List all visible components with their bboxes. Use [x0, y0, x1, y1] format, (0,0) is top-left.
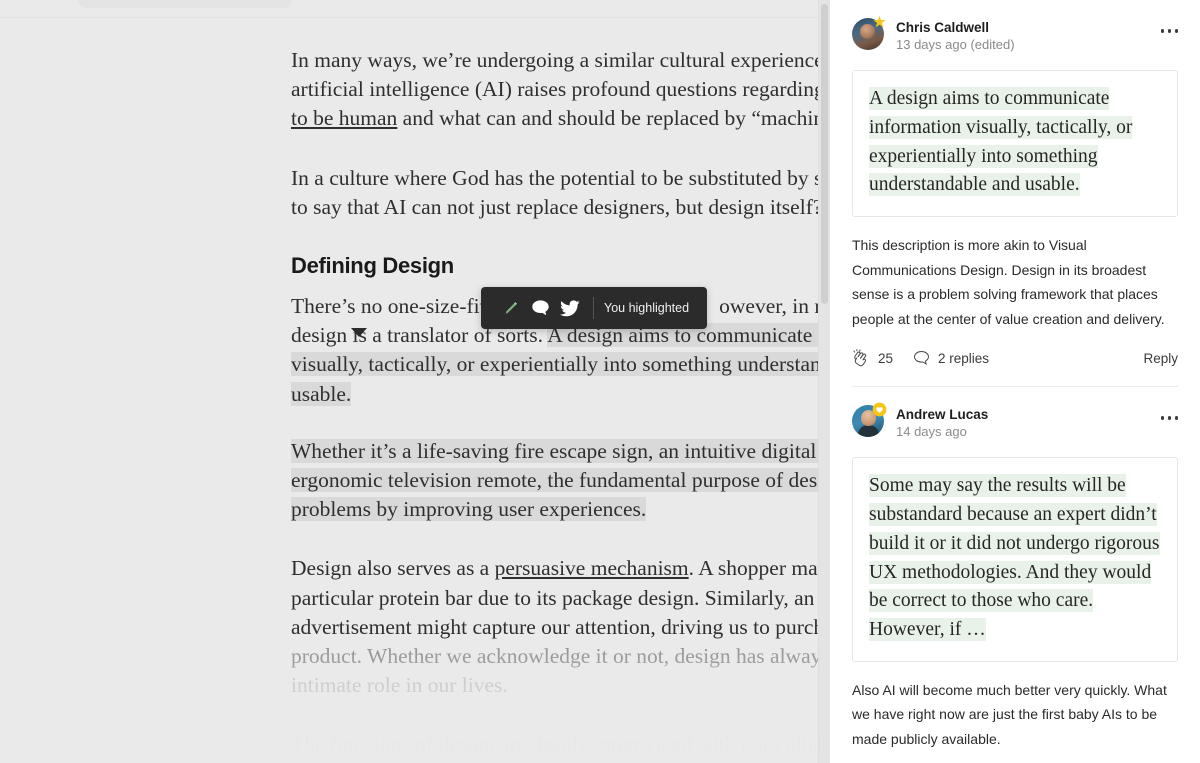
- paragraph-line: owever, in my esti: [719, 294, 830, 319]
- shield-heart-badge-icon: [872, 402, 887, 417]
- quote-highlight: Some may say the results will be substan…: [869, 474, 1160, 642]
- quote-highlight: A design aims to communicate information…: [869, 87, 1133, 197]
- paragraph-line: In a culture where God has the potential…: [291, 165, 830, 190]
- quote-text: Some may say the results will be substan…: [869, 472, 1161, 645]
- highlighted-text[interactable]: Whether it’s a life-saving fire escape s…: [291, 438, 830, 463]
- quoted-highlight-card[interactable]: A design aims to communicate information…: [852, 70, 1178, 218]
- comment-body: This description is more akin to Visual …: [852, 237, 1165, 327]
- highlighted-text[interactable]: problems by improving user experiences.: [291, 497, 647, 522]
- clap-button[interactable]: 25: [852, 349, 893, 368]
- highlighted-text[interactable]: ergonomic television remote, the fundame…: [291, 468, 830, 493]
- header-divider: [0, 17, 830, 18]
- app-root: In many ways, we’re undergoing a similar…: [0, 0, 1200, 763]
- highlighter-pen-icon[interactable]: [495, 293, 525, 323]
- article-paragraph-1: In many ways, we’re undergoing a similar…: [291, 46, 830, 134]
- comment-author-name[interactable]: Andrew Lucas: [896, 406, 988, 423]
- highlight-toolbar[interactable]: You highlighted: [481, 287, 708, 329]
- article-paragraph-6: The functions of design are deeply inter…: [291, 730, 830, 759]
- inline-link[interactable]: to be human: [291, 106, 397, 130]
- twitter-bird-icon[interactable]: [555, 293, 585, 323]
- comments-sidebar: Chris Caldwell 13 days ago (edited) A de…: [830, 0, 1200, 763]
- comment-timestamp: 13 days ago (edited): [896, 37, 1015, 52]
- comment-actions: 25 2 replies Reply: [852, 349, 1178, 386]
- paragraph-line: advertisement might capture our attentio…: [291, 614, 830, 639]
- article-backdrop: In many ways, we’re undergoing a similar…: [0, 0, 830, 763]
- avatar[interactable]: [852, 15, 886, 50]
- avatar[interactable]: [852, 402, 887, 438]
- article-paragraph-5: Design also serves as a persuasive mecha…: [291, 554, 830, 700]
- comment-header: Andrew Lucas 14 days ago: [852, 387, 1178, 441]
- toolbar-divider: [593, 297, 594, 319]
- clap-icon: [853, 349, 867, 367]
- more-options-icon[interactable]: [1160, 18, 1178, 38]
- paragraph-line: . A shopper may opt: [688, 556, 830, 581]
- reply-bubble-icon: [914, 351, 930, 366]
- paragraph-line: The functions of design are deeply inter…: [291, 732, 830, 757]
- highlight-status-label: You highlighted: [604, 301, 690, 315]
- article-content: In many ways, we’re undergoing a similar…: [291, 46, 830, 763]
- inline-link[interactable]: persuasive mechanism: [495, 556, 689, 580]
- reply-button[interactable]: Reply: [1143, 351, 1178, 366]
- article-paragraph-4: Whether it’s a life-saving fire escape s…: [291, 437, 830, 525]
- speech-bubble-icon[interactable]: [525, 293, 555, 323]
- article-scrollbar[interactable]: [818, 0, 830, 763]
- comment-header: Chris Caldwell 13 days ago (edited): [852, 0, 1178, 54]
- more-options-icon[interactable]: [1160, 405, 1178, 425]
- toolbar-pointer: [351, 328, 367, 337]
- modal-top-edge: [78, 0, 292, 8]
- replies-button[interactable]: 2 replies: [913, 350, 989, 367]
- section-heading: Defining Design: [291, 253, 454, 279]
- quoted-highlight-card[interactable]: Some may say the results will be substan…: [852, 457, 1178, 662]
- comment-author-meta: Andrew Lucas 14 days ago: [896, 405, 988, 441]
- comment-timestamp: 14 days ago: [896, 424, 967, 440]
- paragraph-line: particular protein bar due to its packag…: [291, 585, 830, 610]
- paragraph-line: There’s no one-size-fits-: [291, 294, 502, 319]
- clap-count: 25: [878, 351, 894, 367]
- article-paragraph-2: In a culture where God has the potential…: [291, 164, 830, 222]
- highlighted-text[interactable]: usable.: [291, 381, 352, 406]
- highlighted-text[interactable]: visually, tactically, or experientially …: [291, 352, 830, 377]
- star-badge-icon: [873, 15, 886, 28]
- scrollbar-thumb[interactable]: [821, 4, 828, 304]
- comment-body: Also AI will become much better very qui…: [852, 681, 1167, 747]
- paragraph-line: In many ways, we’re undergoing a similar…: [291, 48, 830, 72]
- paragraph-line: to say that AI can not just replace desi…: [291, 194, 823, 219]
- comment-author-name[interactable]: Chris Caldwell: [896, 19, 1015, 36]
- comment-item: Andrew Lucas 14 days ago Some may say th…: [830, 387, 1200, 763]
- paragraph-line: product. Whether we acknowledge it or no…: [291, 644, 830, 669]
- paragraph-line: artificial intelligence (AI) raises prof…: [291, 77, 830, 102]
- comment-item: Chris Caldwell 13 days ago (edited) A de…: [830, 0, 1200, 386]
- quote-text: A design aims to communicate information…: [869, 85, 1161, 200]
- paragraph-line: and what can and should be replaced by “…: [397, 106, 830, 131]
- paragraph-line: Design also serves as a: [291, 556, 495, 581]
- replies-count: 2 replies: [938, 351, 990, 367]
- paragraph-line: intimate role in our lives.: [291, 673, 508, 698]
- comment-author-meta: Chris Caldwell 13 days ago (edited): [896, 18, 1015, 54]
